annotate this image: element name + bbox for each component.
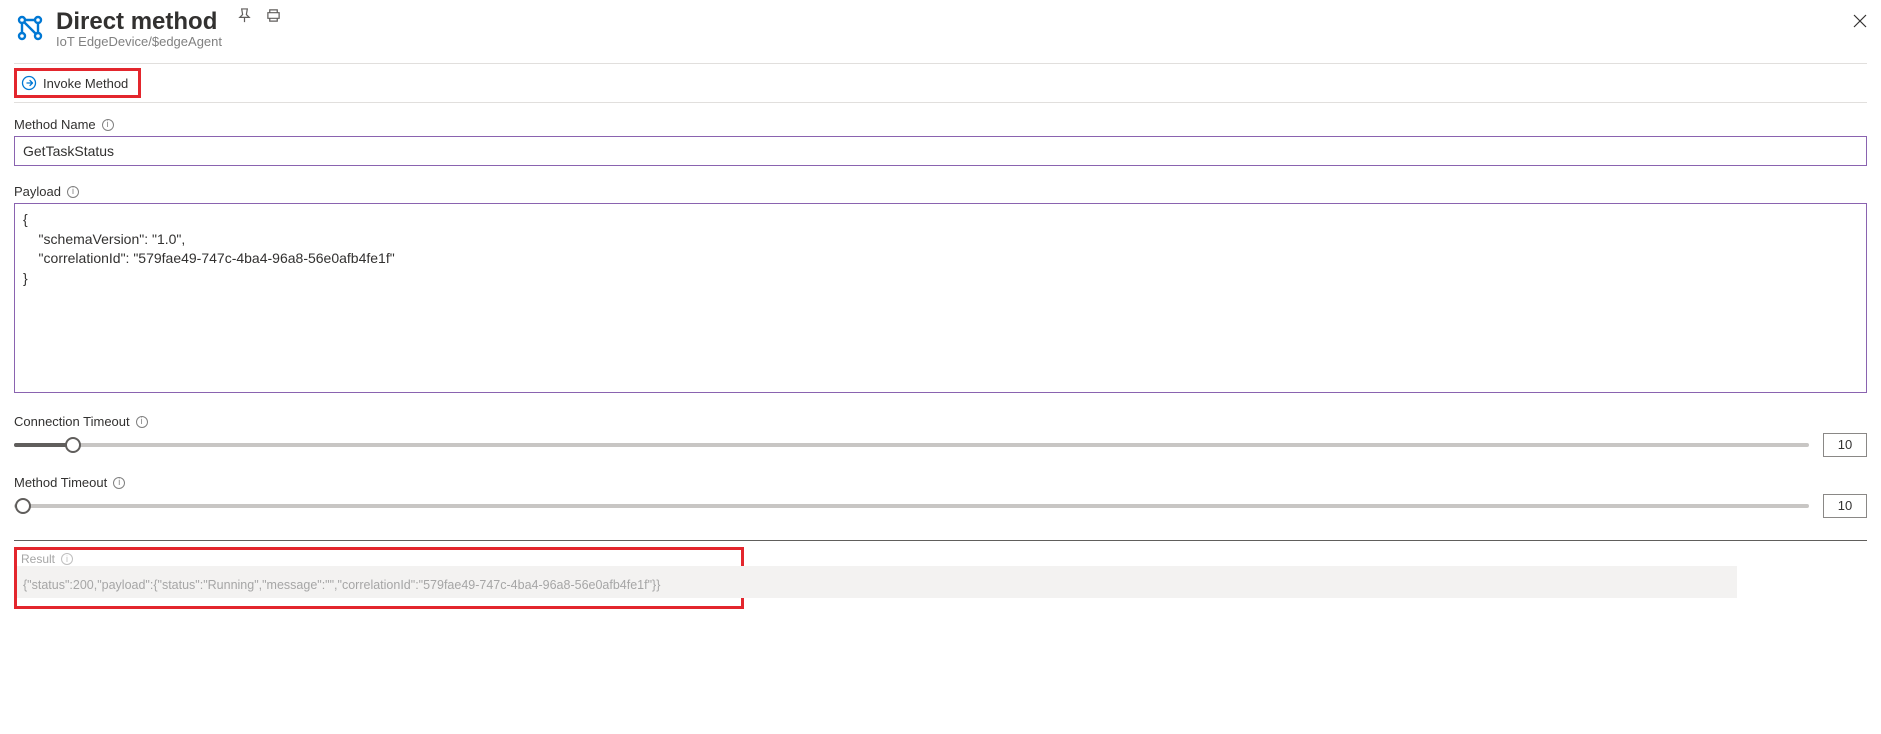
info-icon[interactable]: i xyxy=(102,119,114,131)
method-timeout-slider[interactable] xyxy=(14,494,1809,518)
divider xyxy=(14,540,1867,541)
result-output: {"status":200,"payload":{"status":"Runni… xyxy=(17,578,1737,592)
info-icon[interactable]: i xyxy=(113,477,125,489)
blade-header: Direct method IoT EdgeDevice/$edgeAgent xyxy=(14,8,1867,49)
connection-timeout-label: Connection Timeout xyxy=(14,414,130,429)
payload-field: Payload i xyxy=(14,184,1867,396)
print-icon[interactable] xyxy=(266,8,281,23)
result-section: Result i {"status":200,"payload":{"statu… xyxy=(14,547,744,609)
method-timeout-label: Method Timeout xyxy=(14,475,107,490)
info-icon[interactable]: i xyxy=(136,416,148,428)
connection-timeout-slider[interactable] xyxy=(14,433,1809,457)
method-name-input[interactable] xyxy=(14,136,1867,166)
method-name-label: Method Name xyxy=(14,117,96,132)
result-label: Result xyxy=(21,552,55,566)
close-button[interactable] xyxy=(1853,14,1867,28)
method-timeout-field: Method Timeout i 10 xyxy=(14,475,1867,518)
pin-icon[interactable] xyxy=(237,8,252,23)
payload-input[interactable] xyxy=(14,203,1867,393)
method-timeout-value[interactable]: 10 xyxy=(1823,494,1867,518)
connection-timeout-value[interactable]: 10 xyxy=(1823,433,1867,457)
info-icon[interactable]: i xyxy=(61,553,73,565)
payload-label: Payload xyxy=(14,184,61,199)
breadcrumb: IoT EdgeDevice/$edgeAgent xyxy=(56,34,281,49)
invoke-icon xyxy=(21,75,37,91)
command-bar: Invoke Method xyxy=(14,63,1867,103)
invoke-method-label: Invoke Method xyxy=(43,76,128,91)
page-title: Direct method xyxy=(56,8,217,36)
method-name-field: Method Name i xyxy=(14,117,1867,166)
info-icon[interactable]: i xyxy=(67,186,79,198)
invoke-method-button[interactable]: Invoke Method xyxy=(17,71,138,95)
direct-method-icon xyxy=(14,12,46,44)
connection-timeout-field: Connection Timeout i 10 xyxy=(14,414,1867,457)
